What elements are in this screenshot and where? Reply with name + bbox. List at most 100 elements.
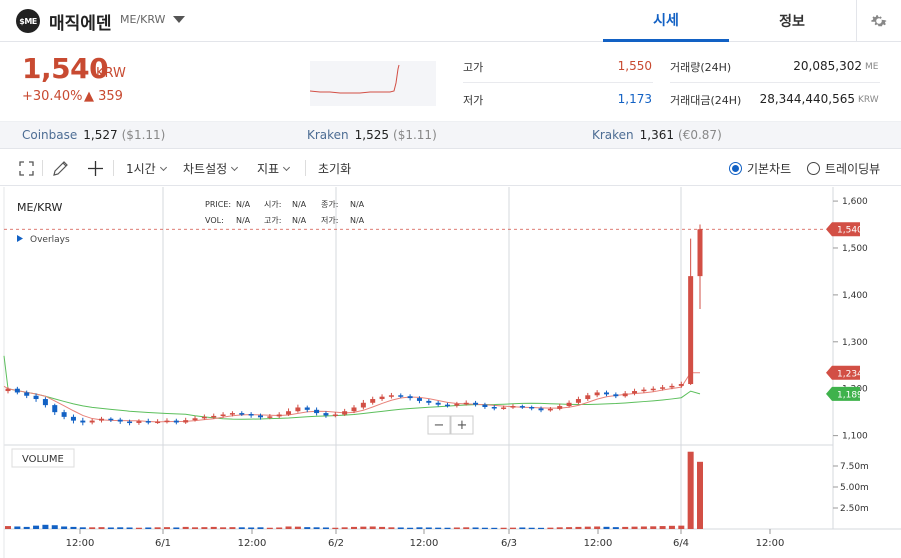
candle-body [529, 407, 535, 409]
low-value: 1,173 [617, 92, 652, 106]
x-tick-label: 12:00 [756, 538, 785, 549]
volume-bar [603, 526, 610, 529]
volume-bar [79, 527, 86, 529]
candle-body [697, 229, 703, 277]
coin-pair[interactable]: ME/KRW [120, 13, 165, 26]
price-chart[interactable]: 1,6001,5001,4001,3001,2001,100 12:006/11… [0, 187, 901, 558]
volume-bar [538, 527, 545, 529]
volume-bar [332, 527, 339, 529]
candle-body [229, 413, 235, 415]
tab-quote[interactable]: 시세 [603, 0, 729, 42]
legend-low-label: 저가: [321, 216, 338, 225]
volume-bar [453, 527, 460, 529]
candle-body [388, 395, 394, 397]
volume-bar [14, 526, 21, 529]
exchange-price-strip: Coinbase 1,527 ($1.11) Kraken 1,525 ($1.11) … [0, 121, 901, 149]
exchange-name: Coinbase [22, 128, 78, 142]
volume-bar [659, 526, 666, 529]
tradingview-label[interactable]: 트레이딩뷰 [825, 160, 880, 177]
volume-bar [556, 527, 563, 529]
volume-bar [23, 526, 30, 529]
legend-high-value: N/A [292, 216, 307, 225]
legend-open-value: N/A [292, 200, 307, 209]
candle-body [239, 413, 245, 415]
candle-body [360, 402, 366, 408]
volume-bar [678, 525, 685, 529]
indicators-select[interactable]: 지표 [257, 160, 291, 177]
x-tick-label: 6/2 [328, 538, 344, 549]
volume-bar [238, 527, 245, 529]
x-tick-label: 6/4 [673, 538, 689, 549]
candle-body [650, 388, 656, 391]
exchange-name: Kraken [307, 128, 349, 142]
gear-icon [871, 15, 887, 27]
basic-chart-radio[interactable] [729, 162, 742, 175]
chevron-down-icon[interactable] [173, 16, 185, 23]
volume-unit: ME [865, 62, 879, 72]
legend-open-label: 시가: [264, 200, 281, 209]
candle-body [314, 409, 320, 414]
x-tick-label: 12:00 [66, 538, 95, 549]
price-tag-label: 1,234 [837, 369, 863, 379]
exchange-price: 1,361 [639, 128, 675, 142]
volume-bar [472, 527, 479, 529]
legend-price-label: PRICE: [205, 200, 231, 209]
volume-bar [117, 527, 124, 529]
candle-body [155, 421, 161, 424]
candle-body [463, 402, 469, 405]
fullscreen-icon[interactable] [19, 161, 34, 176]
volume-bar [528, 527, 535, 529]
candle-body [52, 405, 58, 413]
pencil-icon[interactable] [52, 160, 69, 177]
candle-body [89, 420, 95, 423]
candle-body [211, 415, 217, 418]
reset-button[interactable]: 초기화 [318, 160, 351, 177]
coin-name[interactable]: 매직에덴 [49, 9, 112, 34]
chart-settings-select[interactable]: 차트설정 [183, 160, 239, 177]
candle-body [538, 408, 544, 411]
volume-bar [631, 526, 638, 529]
zoom-out-button[interactable]: − [427, 415, 451, 435]
x-tick-label: 12:00 [238, 538, 267, 549]
candle-body [14, 388, 20, 393]
indicators-label: 지표 [257, 162, 280, 176]
overlays-toggle[interactable]: Overlays [30, 235, 70, 245]
interval-select[interactable]: 1시간 [126, 160, 167, 177]
zoom-in-button[interactable]: + [450, 415, 474, 435]
candle-body [276, 414, 282, 417]
candle-body [501, 407, 507, 409]
volume-title: VOLUME [22, 454, 64, 465]
candle-body [473, 402, 479, 405]
volume-bar [182, 526, 189, 529]
tradingview-radio[interactable] [807, 162, 820, 175]
basic-chart-label[interactable]: 기본차트 [747, 160, 791, 177]
low-label: 저가 [463, 94, 484, 107]
candle-body [183, 420, 189, 423]
zoom-in-label: + [457, 418, 468, 433]
amount-unit: KRW [858, 95, 879, 105]
volume-bar [584, 526, 591, 529]
volume-bar [42, 524, 49, 529]
candle-body [426, 400, 432, 403]
volume-bar [163, 527, 170, 529]
candle-body [585, 395, 591, 400]
vol-tick-label: 2.50m [840, 504, 869, 514]
volume-bar [192, 527, 199, 529]
candlestick-chart[interactable]: 1,6001,5001,4001,3001,2001,100 12:006/11… [0, 187, 901, 558]
volume-bar [566, 527, 573, 529]
legend-price-value: N/A [236, 200, 251, 209]
divider [670, 82, 880, 83]
volume-bar [379, 526, 386, 529]
zoom-out-label: − [434, 418, 445, 433]
tab-info[interactable]: 정보 [729, 0, 855, 42]
candle-body [164, 420, 170, 423]
crosshair-icon[interactable] [87, 160, 104, 177]
chart-settings-label: 차트설정 [183, 162, 228, 176]
candle-body [108, 418, 114, 421]
legend-high-label: 고가: [264, 216, 281, 225]
volume-bar [313, 527, 320, 529]
candle-body [454, 403, 460, 406]
volume-bar [360, 526, 367, 529]
volume-bar [687, 451, 694, 529]
settings-button[interactable] [856, 0, 901, 42]
